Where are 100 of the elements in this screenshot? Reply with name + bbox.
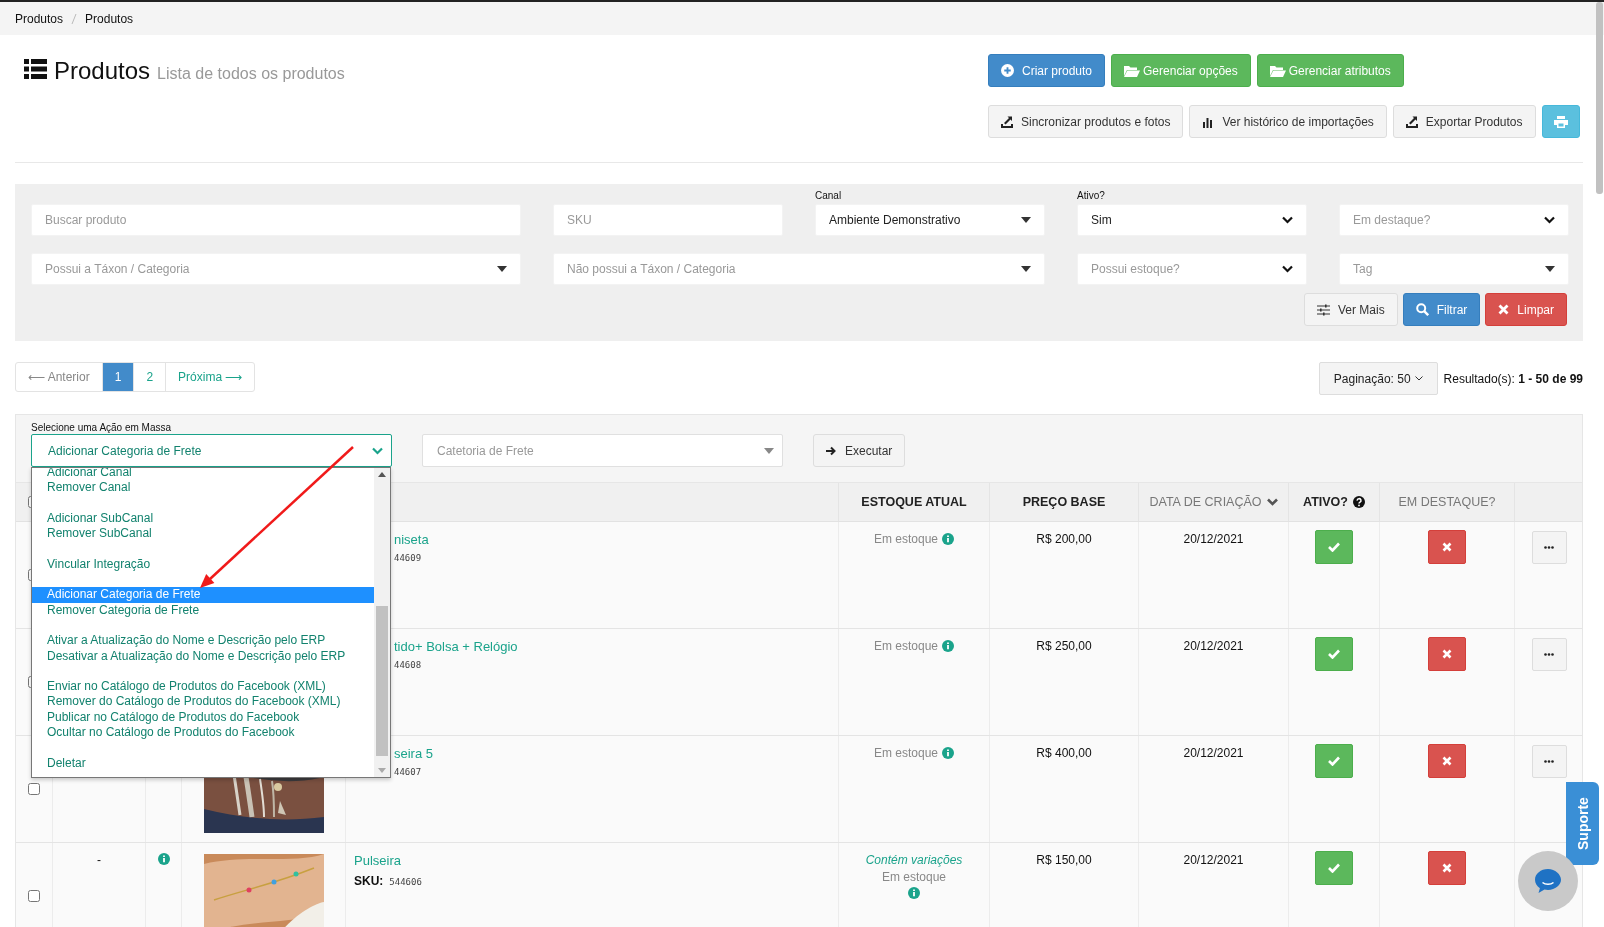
select-field[interactable]: Possui estoque? [1077,253,1307,285]
select-field[interactable]: Não possui a Táxon / Categoria [553,253,1045,285]
breadcrumb-link[interactable]: Produtos [85,11,134,26]
table-cell: 20/12/2021 [1183,853,1244,867]
dropdown-option[interactable]: Publicar no Catálogo de Produtos do Facebook [32,709,374,726]
dropdown-option[interactable]: Desativar a Atualização do Nome e Descrição pelo ERP [32,648,374,664]
sku-value: 44609 [394,553,422,563]
dropdown-option[interactable]: Adicionar SubCanal [32,510,374,527]
status-toggle[interactable] [1315,744,1353,778]
toolbar-button[interactable]: Filtrar [1402,293,1481,326]
check-icon [1328,649,1340,659]
dropdown-option[interactable]: Remover do Catálogo de Produtos do Facebook (XML) [32,694,374,710]
dropdown-option[interactable]: Remover SubCanal [32,526,374,542]
page-subtitle: Lista de todos os produtos [157,65,345,83]
caret-icon [1545,266,1555,272]
scroll-up-icon [378,472,386,477]
stock-status: Em estoque [881,870,946,884]
info-icon [942,640,954,652]
chevron-icon [1282,216,1293,224]
x-icon [1442,542,1452,552]
stock-status: Em estoque [873,746,938,760]
toolbar-button[interactable]: Exportar Produtos [1392,105,1536,138]
status-toggle[interactable] [1428,530,1466,564]
product-link[interactable]: tido+ Bolsa + Relógio [394,639,518,654]
toolbar-button[interactable]: Gerenciar atributos [1256,54,1404,87]
table-cell: R$ 250,00 [1036,639,1092,653]
select-field[interactable]: Ambiente Demonstrativo [815,204,1045,236]
status-toggle[interactable] [1428,744,1466,778]
column-header[interactable]: DATA DE CRIAÇÃO [1149,495,1262,509]
stock-status: Em estoque [873,532,938,546]
caret-icon [1021,266,1031,272]
printer-icon [1553,115,1568,128]
dropdown-option[interactable]: Vincular Integração [32,556,374,573]
dropdown-option[interactable]: Adicionar Canal [32,468,374,481]
status-toggle[interactable] [1315,530,1353,564]
dots-icon [1544,653,1554,656]
toolbar-button[interactable]: Limpar [1485,293,1567,326]
speech-bubble-icon [1534,868,1562,894]
sku-label: SKU: [354,874,384,888]
dropdown-option[interactable]: Ocultar no Catálogo de Produtos do Facebook [32,725,374,741]
dropdown-option[interactable]: Remover Canal [32,480,374,496]
print-button[interactable] [1541,105,1580,138]
toolbar-button[interactable]: Sincronizar produtos e fotos [988,105,1184,138]
row-checkbox[interactable] [28,783,40,795]
column-header[interactable]: EM DESTAQUE? [1398,495,1496,509]
support-tab[interactable]: Suporte [1566,782,1599,865]
dropdown-option[interactable]: Adicionar Categoria de Frete [32,587,374,603]
arrow-right-icon [826,445,837,456]
sku-value: 544606 [389,877,422,887]
status-toggle[interactable] [1315,851,1353,885]
select-field[interactable]: Catetoria de Frete [422,434,783,467]
page-title: Produtos [54,57,151,85]
search-icon [1415,303,1429,316]
column-header: PREÇO BASE [1022,495,1106,509]
chevron-icon [1544,216,1555,224]
row-checkbox[interactable] [28,890,40,902]
tray-arrow-icon [1405,115,1418,128]
page-link[interactable]: 1 [101,363,134,391]
folder-icon [1269,64,1286,77]
scrollbar-thumb[interactable] [1596,2,1603,194]
variations-text: Contém variações [865,853,963,867]
page-size-button[interactable]: Paginação: 50 [1318,362,1438,395]
x-icon [1498,304,1510,315]
caret-icon [764,447,774,454]
table-cell: 20/12/2021 [1183,639,1244,653]
table-cell: 20/12/2021 [1183,532,1244,546]
page-link[interactable]: 2 [133,363,166,391]
product-link[interactable]: Pulseira [354,853,401,868]
search-field[interactable]: Buscar produto [31,204,521,236]
breadcrumb-link[interactable]: Produtos [15,11,64,26]
toolbar-button[interactable]: Gerenciar opções [1111,54,1251,87]
execute-button[interactable]: Executar [813,434,906,467]
select-field[interactable]: Em destaque? [1339,204,1569,236]
toolbar-button[interactable]: Criar produto [988,54,1106,87]
check-icon [1328,756,1340,766]
field-label: Ativo? [1077,190,1105,201]
next-page-link[interactable]: Próxima ⟶ [165,363,255,391]
results-count: Resultado(s): 1 - 50 de 99 [1443,371,1583,386]
dropdown-option[interactable]: Enviar no Catálogo de Produtos do Facebook (XML) [32,679,374,695]
mass-action-select[interactable]: Adicionar Categoria de Frete [31,434,392,467]
tray-arrow-icon [1001,115,1013,128]
search-field[interactable]: SKU [553,204,783,236]
status-toggle[interactable] [1315,637,1353,671]
product-link[interactable]: niseta [394,532,429,547]
select-field[interactable]: Sim [1077,204,1307,236]
select-field[interactable]: Possui a Táxon / Categoria [31,253,521,285]
breadcrumb-separator [71,12,78,25]
dropdown-option[interactable]: Deletar [32,755,374,771]
dropdown-option[interactable]: Ativar a Atualização do Nome e Descrição pelo ERP [32,633,374,649]
toolbar-button[interactable]: Ver Mais [1303,293,1398,326]
toolbar-button[interactable]: Ver histórico de importações [1189,105,1387,138]
info-icon [942,533,954,545]
sliders-icon [1316,303,1330,316]
dropdown-option[interactable]: Remover Categoria de Frete [32,602,374,618]
select-field[interactable]: Tag [1339,253,1569,285]
scrollbar-thumb[interactable] [376,606,388,756]
status-toggle[interactable] [1428,851,1466,885]
status-toggle[interactable] [1428,637,1466,671]
table-cell: R$ 150,00 [1036,853,1092,867]
product-link[interactable]: seira 5 [394,746,434,761]
